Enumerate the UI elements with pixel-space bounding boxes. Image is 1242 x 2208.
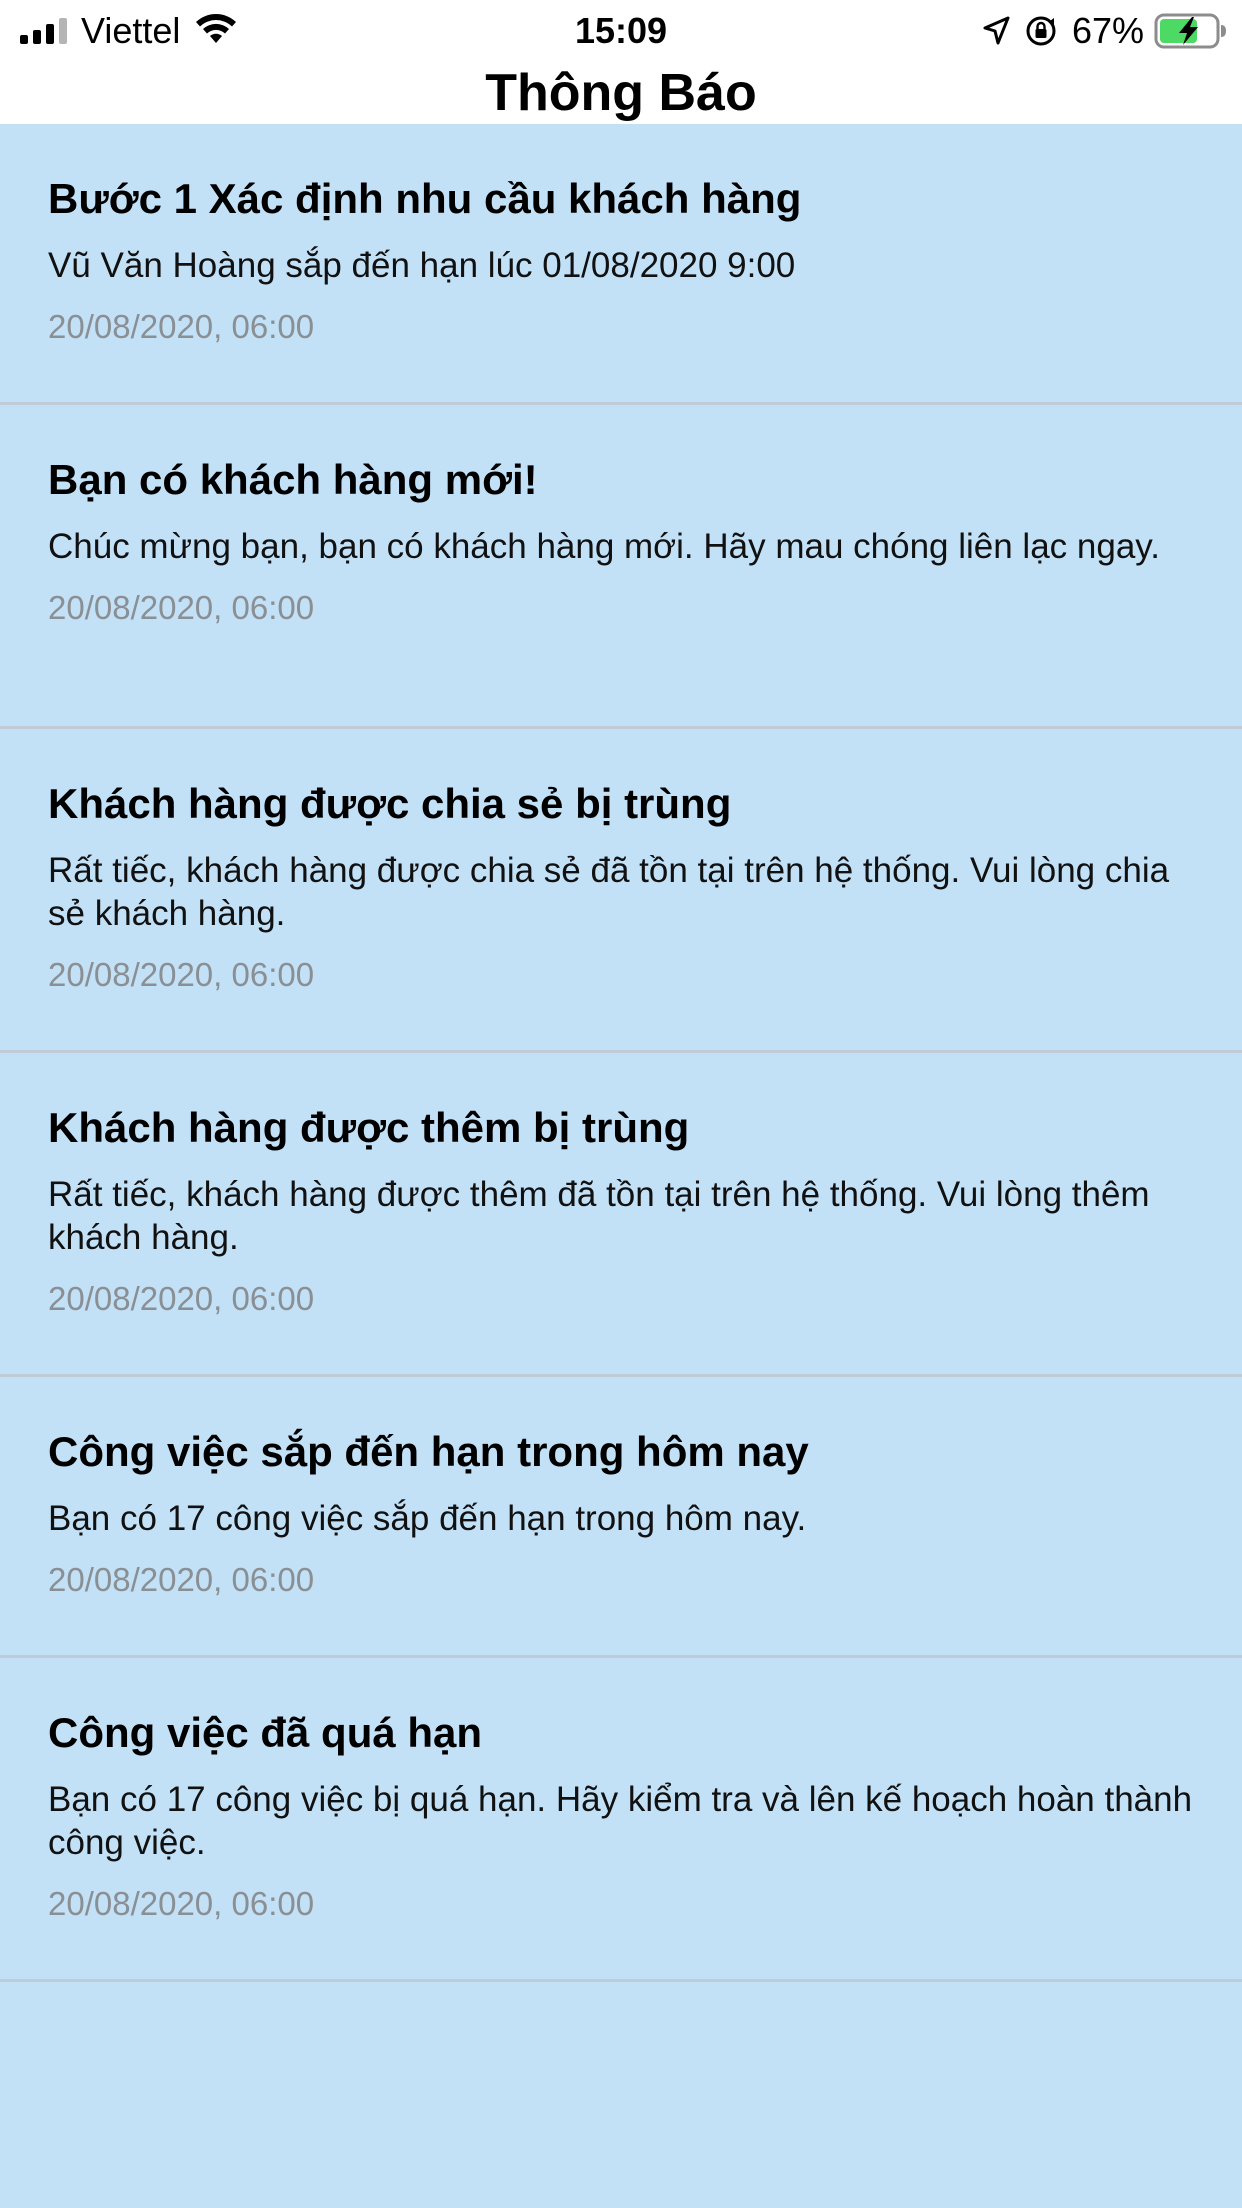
notification-title: Khách hàng được thêm bị trùng	[48, 1104, 690, 1151]
notification-timestamp: 20/08/2020, 06:00	[48, 1885, 315, 1922]
notification-title: Khách hàng được chia sẻ bị trùng	[48, 780, 732, 827]
notification-timestamp: 20/08/2020, 06:00	[48, 1280, 315, 1317]
status-bar-right: 67%	[968, 8, 1228, 54]
notification-list[interactable]: Bước 1 Xác định nhu cầu khách hàng Vũ Vă…	[0, 124, 1242, 1982]
navigation-header: Thông Báo	[0, 62, 1242, 124]
notification-title: Bạn có khách hàng mới!	[48, 456, 538, 503]
notification-item[interactable]: Bước 1 Xác định nhu cầu khách hàng Vũ Vă…	[0, 124, 1242, 405]
notification-timestamp: 20/08/2020, 06:00	[48, 308, 315, 345]
notification-body: Bạn có 17 công việc sắp đến hạn trong hô…	[48, 1499, 807, 1538]
notification-title: Công việc đã quá hạn	[48, 1709, 483, 1756]
notification-title: Bước 1 Xác định nhu cầu khách hàng	[48, 175, 802, 222]
notification-item[interactable]: Bạn có khách hàng mới! Chúc mừng bạn, bạ…	[0, 405, 1242, 729]
notification-item[interactable]: Khách hàng được thêm bị trùng Rất tiếc, …	[0, 1053, 1242, 1377]
page-title: Thông Báo	[485, 64, 757, 122]
notification-item[interactable]: Công việc đã quá hạn Bạn có 17 công việc…	[0, 1658, 1242, 1982]
notification-timestamp: 20/08/2020, 06:00	[48, 1561, 315, 1598]
status-bar: Viettel 15:09 67%	[0, 0, 1242, 62]
notification-item[interactable]: Công việc sắp đến hạn trong hôm nay Bạn …	[0, 1377, 1242, 1658]
notification-body: Rất tiếc, khách hàng được chia sẻ đã tồn…	[48, 851, 1170, 933]
notification-timestamp: 20/08/2020, 06:00	[48, 956, 315, 993]
notification-body: Rất tiếc, khách hàng được thêm đã tồn tạ…	[48, 1175, 1150, 1257]
notification-title: Công việc sắp đến hạn trong hôm nay	[48, 1428, 809, 1475]
location-icon	[982, 16, 1010, 46]
notification-body: Bạn có 17 công việc bị quá hạn. Hãy kiểm…	[48, 1780, 1193, 1862]
battery-percent: 67%	[1071, 10, 1144, 51]
notification-body: Vũ Văn Hoàng sắp đến hạn lúc 01/08/2020 …	[48, 246, 796, 285]
rotation-lock-icon	[1024, 14, 1058, 48]
notification-item[interactable]: Khách hàng được chia sẻ bị trùng Rất tiế…	[0, 729, 1242, 1053]
battery-charging-icon	[1154, 13, 1228, 49]
notification-timestamp: 20/08/2020, 06:00	[48, 589, 315, 626]
notification-body: Chúc mừng bạn, bạn có khách hàng mới. Hã…	[48, 527, 1160, 566]
